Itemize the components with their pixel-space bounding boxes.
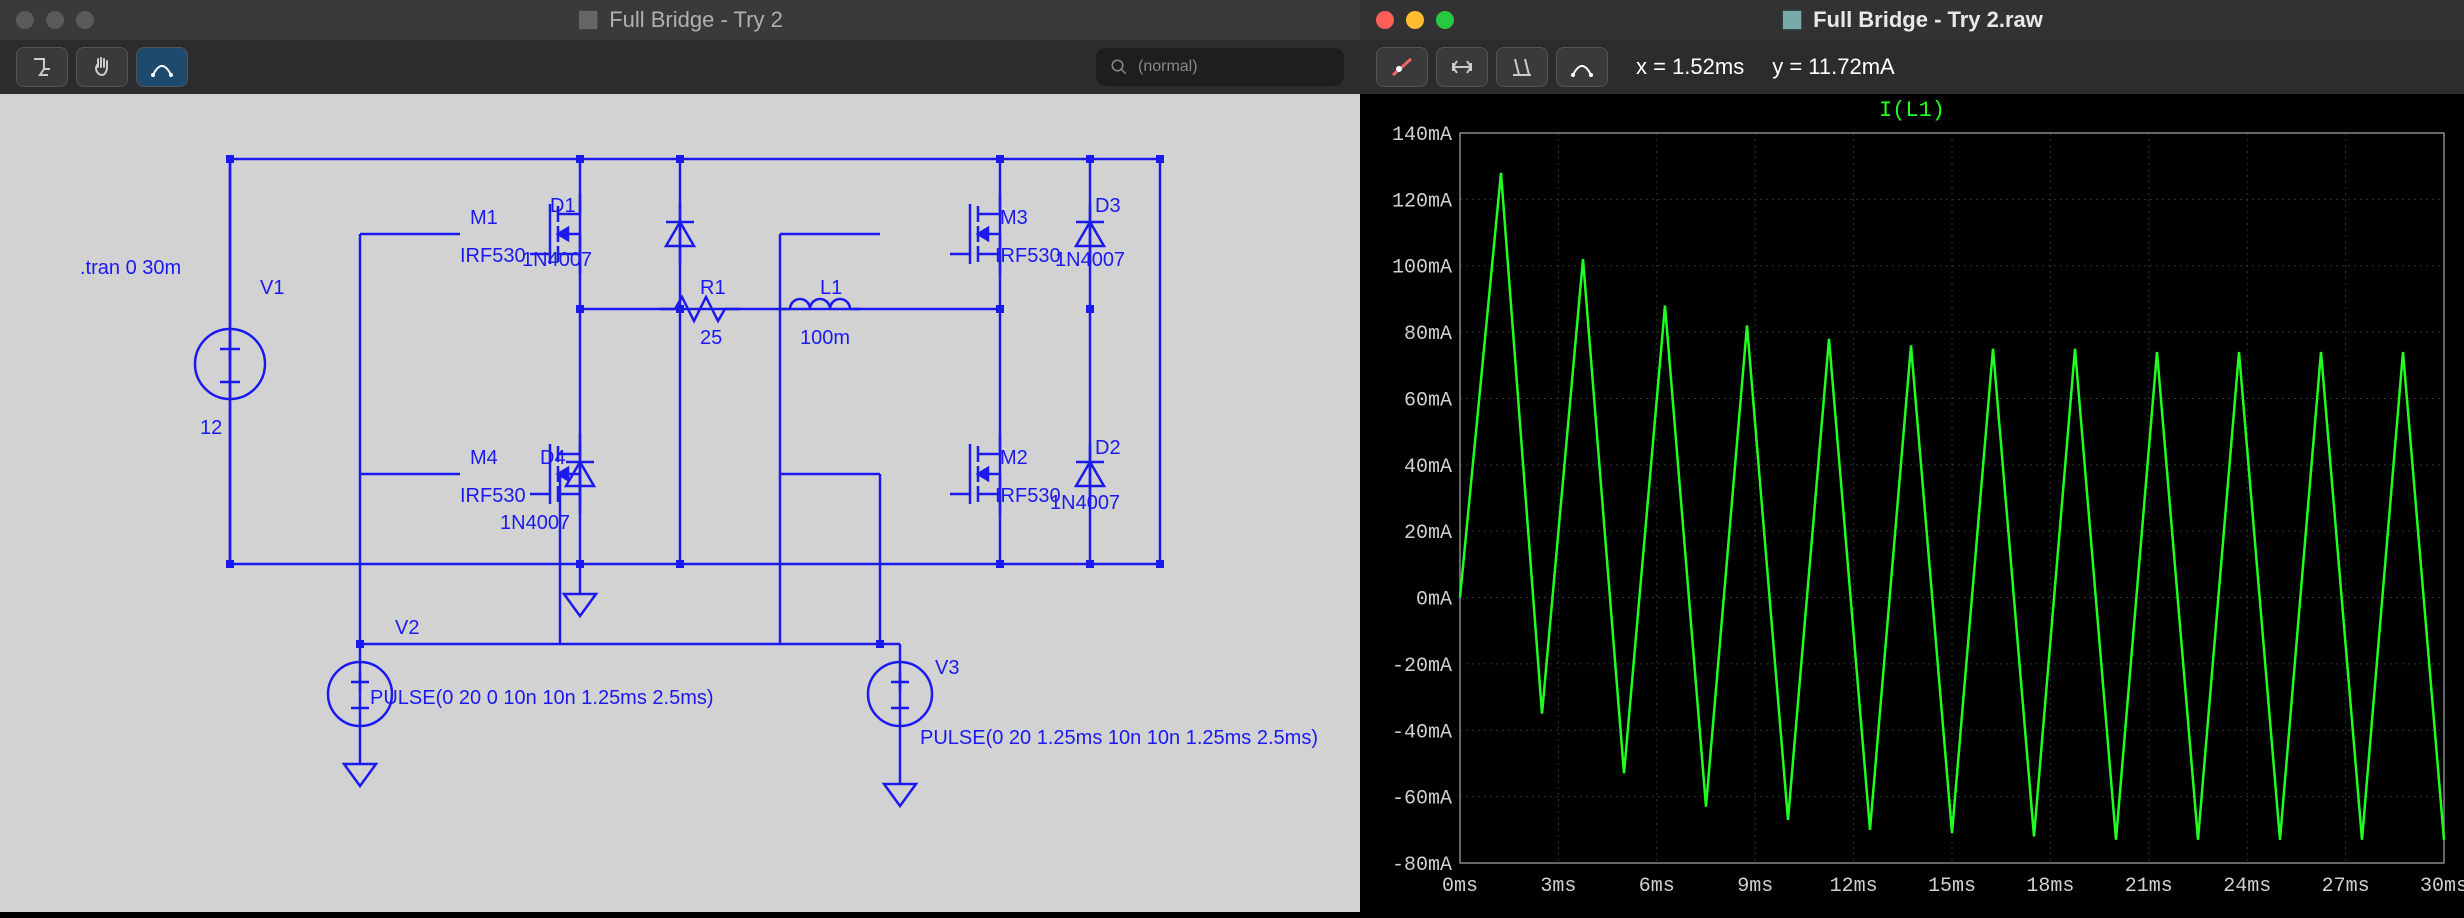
svg-text:-80mA: -80mA (1392, 854, 1452, 877)
vert-zoom-button[interactable] (1496, 47, 1548, 87)
schematic-window: Full Bridge - Try 2 (normal) (0, 0, 1360, 912)
toolbar-right: x = 1.52ms y = 11.72mA (1360, 40, 2464, 94)
svg-text:-40mA: -40mA (1392, 721, 1452, 744)
svg-text:9ms: 9ms (1737, 875, 1773, 898)
traffic-lights-left[interactable] (16, 11, 94, 29)
svg-text:21ms: 21ms (2125, 875, 2173, 898)
window-title-right: Full Bridge - Try 2.raw (1813, 7, 2043, 33)
gnd-3 (884, 784, 916, 806)
traffic-lights-right[interactable] (1376, 11, 1454, 29)
schematic-canvas[interactable]: V1 12 (0, 94, 1360, 912)
svg-text:20mA: 20mA (1404, 522, 1452, 545)
value-V3: PULSE(0 20 1.25ms 10n 10n 1.25ms 2.5ms) (920, 727, 1318, 749)
gnd-2 (344, 764, 376, 786)
svg-text:12ms: 12ms (1830, 875, 1878, 898)
svg-text:0mA: 0mA (1416, 589, 1452, 612)
component-R1[interactable] (660, 297, 740, 321)
label-V3: V3 (935, 657, 959, 679)
svg-text:80mA: 80mA (1404, 323, 1452, 346)
app-icon (577, 9, 599, 31)
svg-text:60mA: 60mA (1404, 389, 1452, 412)
svg-text:3ms: 3ms (1540, 875, 1576, 898)
component-M3[interactable] (950, 194, 1000, 274)
svg-text:15ms: 15ms (1928, 875, 1976, 898)
model-M3: IRF530 (995, 245, 1061, 267)
model-M1: IRF530 (460, 245, 526, 267)
svg-text:30ms: 30ms (2420, 875, 2464, 898)
plot-canvas[interactable]: I(L1) 0ms 3ms 6ms 9ms 12ms 15ms 18ms 21ms 24ms 27… (1360, 94, 2464, 912)
label-L1: L1 (820, 277, 842, 299)
search-placeholder: (normal) (1138, 58, 1198, 76)
model-D4: 1N4007 (500, 512, 570, 534)
label-M3: M3 (1000, 207, 1028, 229)
window-title-left: Full Bridge - Try 2 (609, 7, 783, 33)
value-R1: 25 (700, 327, 722, 349)
close-dot[interactable] (16, 11, 34, 29)
close-dot[interactable] (1376, 11, 1394, 29)
zoom-dot[interactable] (1436, 11, 1454, 29)
label-V1: V1 (260, 277, 284, 299)
model-D2: 1N4007 (1050, 492, 1120, 514)
svg-text:-60mA: -60mA (1392, 788, 1452, 811)
trace-label[interactable]: I(L1) (1360, 94, 2464, 123)
value-V2: PULSE(0 20 0 10n 10n 1.25ms 2.5ms) (370, 687, 714, 709)
label-D2: D2 (1095, 437, 1121, 459)
waveform-plot[interactable]: 0ms 3ms 6ms 9ms 12ms 15ms 18ms 21ms 24ms 27ms 30ms… (1360, 123, 2464, 913)
component-D1[interactable] (666, 204, 694, 264)
search-icon (1110, 58, 1128, 76)
label-M1: M1 (470, 207, 498, 229)
autoscale-button[interactable] (1556, 47, 1608, 87)
svg-text:-20mA: -20mA (1392, 655, 1452, 678)
model-D3: 1N4007 (1055, 249, 1125, 271)
svg-text:18ms: 18ms (2026, 875, 2074, 898)
min-dot[interactable] (1406, 11, 1424, 29)
titlebar-left[interactable]: Full Bridge - Try 2 (0, 0, 1360, 40)
component-L1[interactable] (780, 299, 860, 309)
model-D1: 1N4007 (522, 249, 592, 271)
pan-button[interactable] (76, 47, 128, 87)
model-M4: IRF530 (460, 485, 526, 507)
label-V2: V2 (395, 617, 419, 639)
spice-directive[interactable]: .tran 0 30m (80, 257, 181, 279)
app-icon (1781, 9, 1803, 31)
label-M2: M2 (1000, 447, 1028, 469)
cursor-x-readout: x = 1.52ms (1636, 54, 1744, 80)
component-M2[interactable] (950, 434, 1000, 514)
waveform-window: Full Bridge - Try 2.raw x = 1.52ms y = 1… (1360, 0, 2464, 912)
svg-text:0ms: 0ms (1442, 875, 1478, 898)
search-box[interactable]: (normal) (1096, 48, 1344, 86)
label-M4: M4 (470, 447, 498, 469)
cursor-y-readout: y = 11.72mA (1772, 54, 1895, 80)
label-D1: D1 (550, 195, 576, 217)
value-L1: 100m (800, 327, 850, 349)
svg-text:100mA: 100mA (1392, 257, 1452, 280)
gnd-1 (564, 594, 596, 616)
cursor-tool-button[interactable] (1376, 47, 1428, 87)
value-V1: 12 (200, 417, 222, 439)
titlebar-right[interactable]: Full Bridge - Try 2.raw (1360, 0, 2464, 40)
svg-text:120mA: 120mA (1392, 190, 1452, 213)
zoom-dot[interactable] (76, 11, 94, 29)
probe-button[interactable] (136, 47, 188, 87)
svg-text:40mA: 40mA (1404, 456, 1452, 479)
svg-text:140mA: 140mA (1392, 124, 1452, 147)
svg-text:24ms: 24ms (2223, 875, 2271, 898)
min-dot[interactable] (46, 11, 64, 29)
svg-text:27ms: 27ms (2322, 875, 2370, 898)
toolbar-left: (normal) (0, 40, 1360, 94)
label-R1: R1 (700, 277, 726, 299)
svg-text:6ms: 6ms (1639, 875, 1675, 898)
label-D4: D4 (540, 447, 566, 469)
run-button[interactable] (16, 47, 68, 87)
horiz-zoom-button[interactable] (1436, 47, 1488, 87)
label-D3: D3 (1095, 195, 1121, 217)
